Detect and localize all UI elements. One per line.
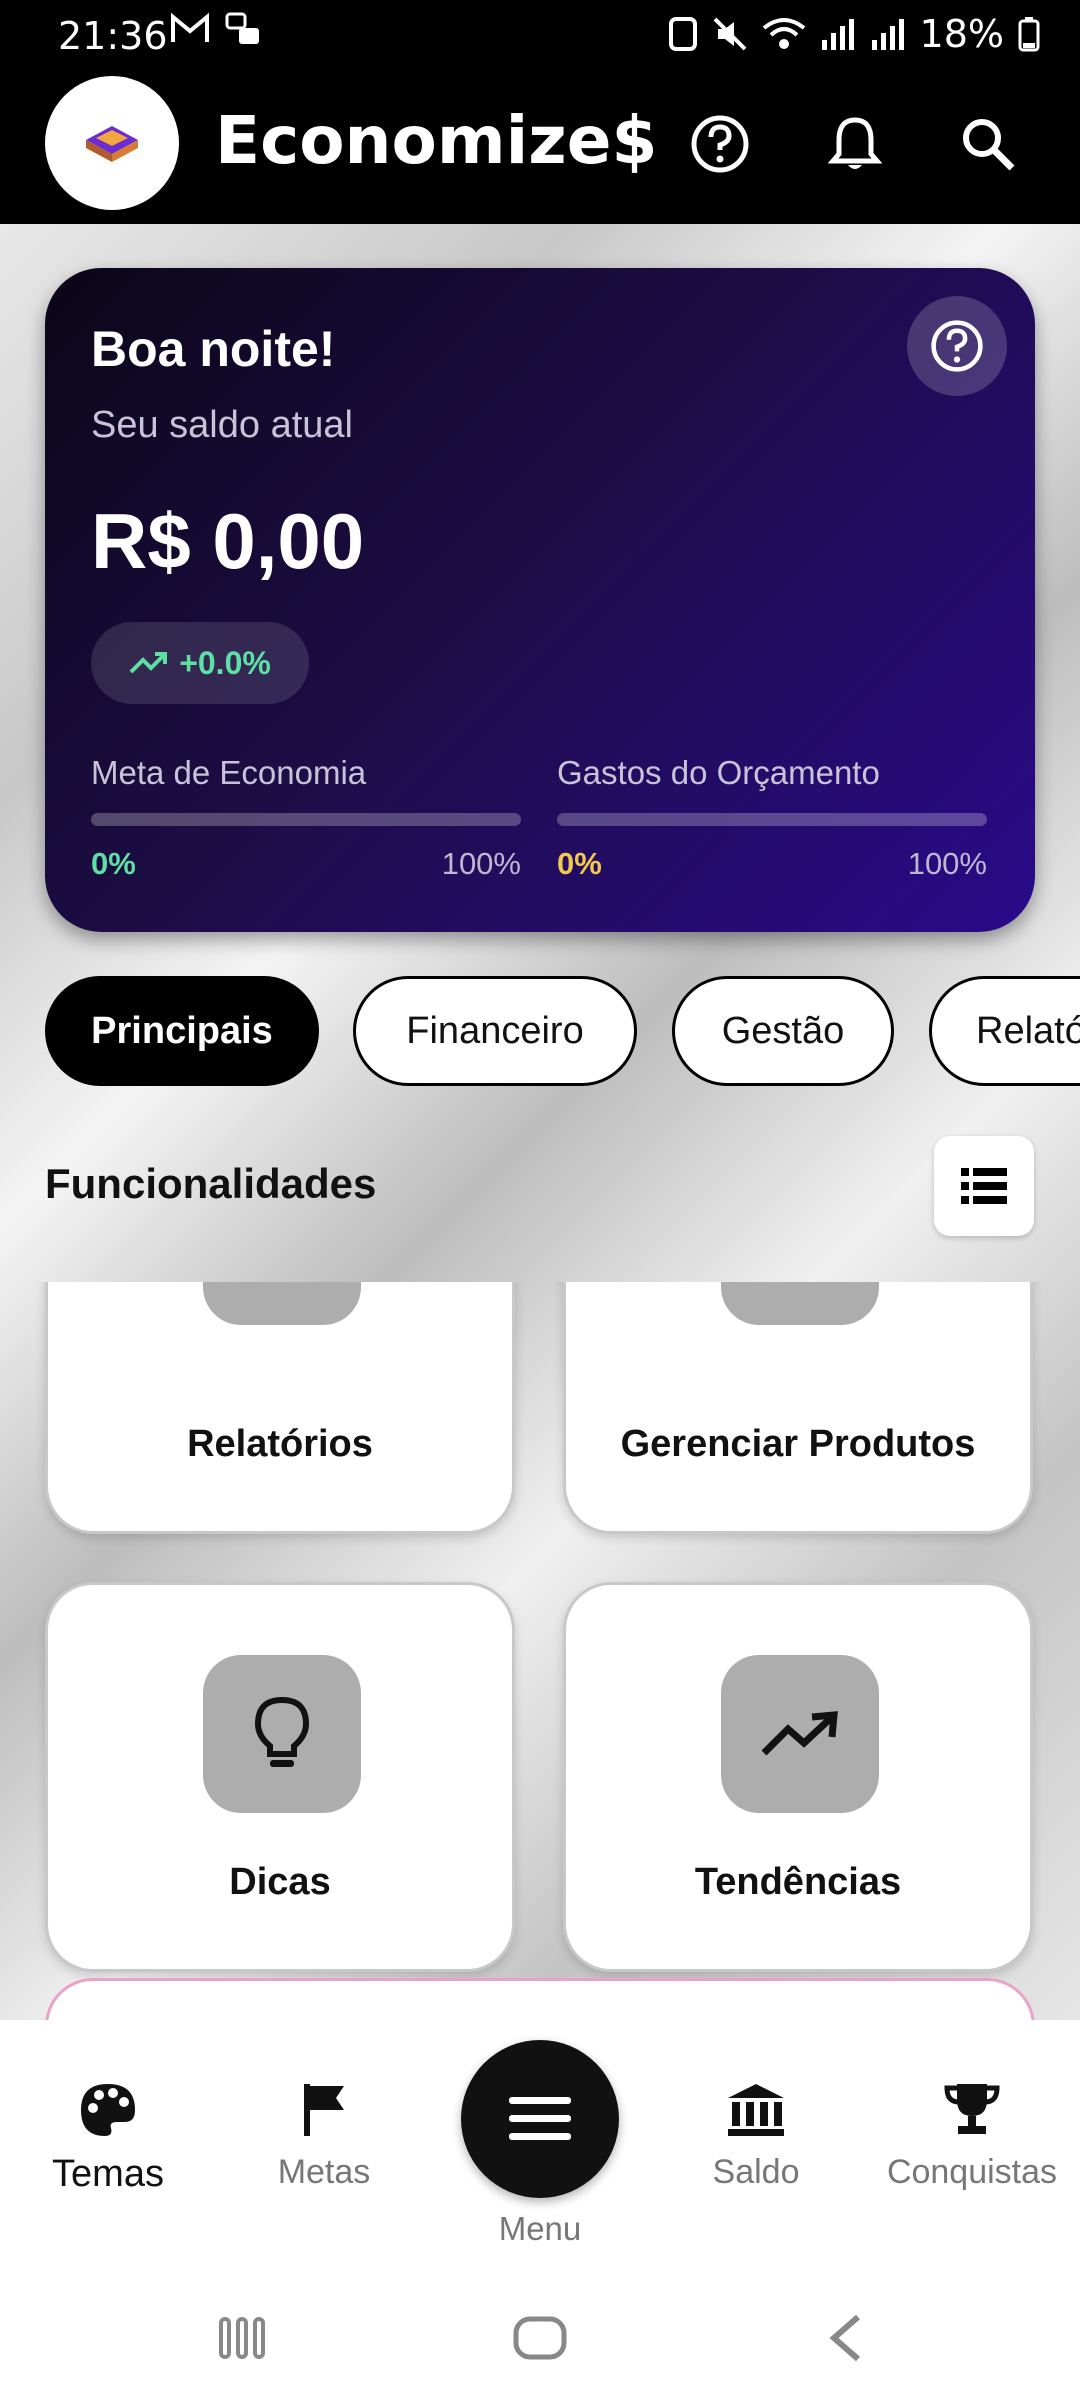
signal-icon-2 <box>871 19 904 50</box>
features-grid: Relatórios Gerenciar Produtos Dicas Tend… <box>0 1282 1080 2020</box>
balance-help-button[interactable] <box>907 296 1007 396</box>
nav-label: Metas <box>277 2153 371 2191</box>
balance-subtitle: Seu saldo atual <box>91 404 353 446</box>
savings-goal-progress <box>91 813 521 826</box>
trophy-icon <box>944 2084 1000 2134</box>
section-title: Funcionalidades <box>45 1160 377 1207</box>
nav-metas[interactable]: Metas <box>224 2082 424 2192</box>
lightbulb-icon <box>254 1696 310 1767</box>
savings-goal-max: 100% <box>441 846 521 881</box>
palette-icon <box>81 2084 135 2136</box>
menu-fab-button[interactable] <box>461 2040 619 2198</box>
list-view-button[interactable] <box>934 1136 1034 1236</box>
app-title: Economize$ <box>215 102 658 179</box>
notification-icons <box>170 12 263 55</box>
app-bar: Economize$ <box>0 72 1080 224</box>
budget-percent: 0% <box>557 846 602 881</box>
help-icon <box>691 115 749 173</box>
feature-icon-box <box>203 1655 361 1813</box>
budget-progress <box>557 813 987 826</box>
nav-label: Temas <box>52 2153 164 2195</box>
feature-label: Relatórios <box>187 1423 373 1465</box>
feature-label: Dicas <box>229 1861 331 1903</box>
notifications-button[interactable] <box>815 104 895 184</box>
nfc-icon <box>668 17 697 51</box>
category-tabs: Principais Financeiro Gestão Relatórios <box>45 976 1080 1090</box>
lock-notification-icon <box>225 12 259 44</box>
greeting: Boa noite! <box>91 321 336 377</box>
app-logo[interactable] <box>45 76 179 210</box>
help-button[interactable] <box>680 104 760 184</box>
nav-label: Saldo <box>712 2153 800 2191</box>
wifi-icon <box>762 18 805 49</box>
trending-up-icon <box>129 652 168 674</box>
trend-value: +0.0% <box>179 644 271 681</box>
feature-label: Gerenciar Produtos <box>620 1423 976 1465</box>
search-icon <box>963 119 1015 171</box>
search-button[interactable] <box>948 104 1028 184</box>
tab-principais[interactable]: Principais <box>45 976 319 1086</box>
savings-goal-percent: 0% <box>91 846 136 881</box>
trending-up-icon <box>761 1711 838 1756</box>
feature-tendencias[interactable]: Tendências <box>563 1582 1033 1972</box>
nav-label: Conquistas <box>886 2153 1058 2191</box>
feature-icon-box <box>721 1282 879 1325</box>
tab-financeiro[interactable]: Financeiro <box>353 976 637 1086</box>
home-icon <box>513 2316 567 2360</box>
feature-dicas[interactable]: Dicas <box>45 1582 515 1972</box>
tab-gestao[interactable]: Gestão <box>672 976 894 1086</box>
tab-relatorios[interactable]: Relatórios <box>929 976 1080 1086</box>
nav-conquistas[interactable]: Conquistas <box>872 2082 1072 2192</box>
feature-icon-box <box>203 1282 361 1325</box>
nav-saldo[interactable]: Saldo <box>656 2082 856 2192</box>
signal-icon <box>821 19 854 50</box>
bank-icon <box>728 2084 784 2136</box>
nav-temas[interactable]: Temas <box>8 2082 208 2196</box>
back-button[interactable] <box>806 2308 886 2368</box>
budget-max: 100% <box>907 846 987 881</box>
feature-gerenciar-produtos[interactable]: Gerenciar Produtos <box>563 1282 1033 1534</box>
trend-badge: +0.0% <box>91 622 309 704</box>
feature-relatorios[interactable]: Relatórios <box>45 1282 515 1534</box>
balance-amount: R$ 0,00 <box>91 497 365 585</box>
budget-label: Gastos do Orçamento <box>557 754 880 791</box>
battery-icon <box>1018 17 1040 52</box>
help-icon <box>931 320 983 372</box>
gmail-icon <box>171 12 209 42</box>
status-bar: 21:36 18% <box>0 0 1080 72</box>
flag-icon <box>304 2084 344 2136</box>
battery-percent: 18% <box>919 12 1004 56</box>
feature-card-partial[interactable] <box>45 1978 1035 2020</box>
savings-goal-label: Meta de Economia <box>91 754 367 791</box>
mute-icon <box>713 17 746 51</box>
list-icon <box>961 1168 1007 1204</box>
feature-icon-box <box>721 1655 879 1813</box>
menu-icon <box>509 2097 571 2140</box>
logo-icon <box>86 126 138 162</box>
back-icon <box>829 2314 860 2362</box>
balance-card: Boa noite! Seu saldo atual R$ 0,00 +0.0%… <box>45 268 1035 932</box>
nav-label-menu: Menu <box>498 2210 582 2247</box>
system-nav-bar <box>0 2268 1080 2408</box>
home-button[interactable] <box>500 2308 580 2368</box>
bell-icon <box>828 117 882 169</box>
feature-label: Tendências <box>694 1861 902 1903</box>
status-time: 21:36 <box>58 14 168 58</box>
recent-apps-icon <box>219 2317 265 2359</box>
recent-apps-button[interactable] <box>202 2308 282 2368</box>
bottom-nav: Temas Metas Menu Saldo Conquistas <box>0 2020 1080 2268</box>
